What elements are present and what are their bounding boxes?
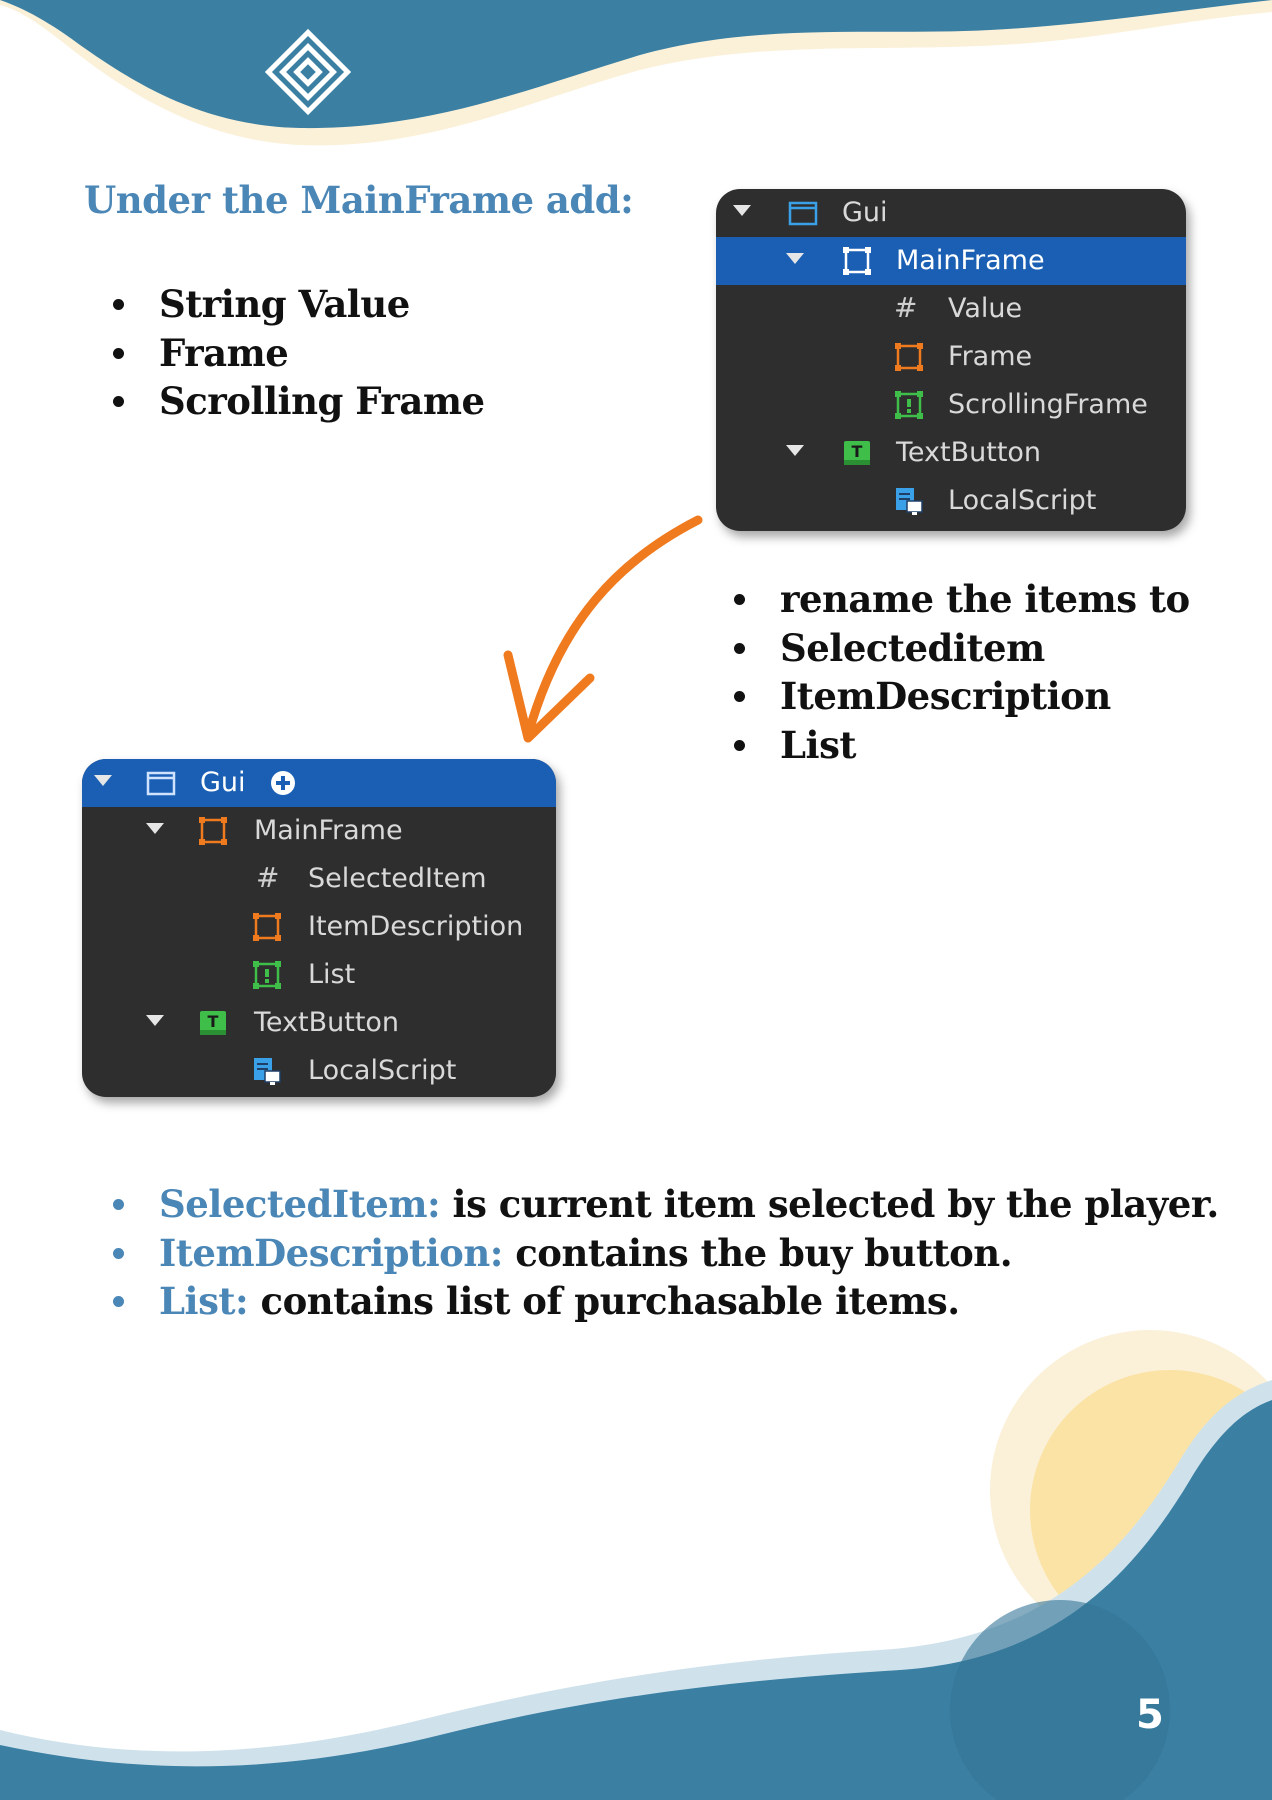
tree-row-label: MainFrame	[896, 245, 1045, 276]
tree-row-label: Frame	[948, 341, 1033, 372]
bullet-icon	[113, 396, 124, 407]
tree-row-mainframe[interactable]: MainFrame	[716, 237, 1186, 285]
page-number: 5	[1136, 1692, 1164, 1738]
scrolling-frame-icon	[253, 961, 281, 989]
list-item: Scrolling Frame	[113, 377, 485, 426]
list-item: List: contains list of purchasable items…	[113, 1277, 1219, 1326]
collapse-arrow-icon[interactable]	[786, 445, 804, 456]
list-item: ItemDescription: contains the buy button…	[113, 1229, 1219, 1278]
explorer-panel-after: Gui MainFrame # SelectedItem ItemDescrip…	[82, 759, 556, 1097]
list-item: List	[734, 721, 1190, 770]
list-item: rename the items to	[734, 575, 1190, 624]
definitions-list: SelectedItem: is current item selected b…	[113, 1180, 1219, 1326]
tree-row-label: Value	[948, 293, 1023, 324]
tree-row-scrollingframe[interactable]: ScrollingFrame	[716, 381, 1186, 429]
bullet-icon	[734, 739, 745, 751]
bullet-icon	[734, 691, 745, 702]
bullet-icon	[113, 1296, 124, 1307]
bullet-icon	[113, 347, 124, 359]
list-item: SelectedItem: is current item selected b…	[113, 1180, 1219, 1229]
explorer-panel-before: Gui MainFrame # Value Frame ScrollingFra…	[716, 189, 1186, 531]
bullet-icon	[113, 299, 124, 310]
tree-row-selecteditem[interactable]: # SelectedItem	[82, 855, 556, 903]
bullet-icon	[113, 1199, 124, 1210]
tree-row-label: MainFrame	[254, 815, 403, 846]
list-item: ItemDescription	[734, 672, 1190, 721]
frame-icon	[895, 343, 923, 371]
text-button-icon: T	[200, 1011, 226, 1035]
tree-row-gui[interactable]: Gui	[82, 759, 556, 807]
rename-items-list: rename the items to Selecteditem ItemDes…	[734, 575, 1190, 769]
tree-row-gui[interactable]: Gui	[716, 189, 1186, 237]
frame-icon	[253, 913, 281, 941]
scrolling-frame-icon	[895, 391, 923, 419]
local-script-icon	[254, 1058, 281, 1085]
tree-row-label: SelectedItem	[308, 863, 487, 894]
tree-row-localscript[interactable]: LocalScript	[716, 477, 1186, 525]
list-item: Frame	[113, 329, 485, 378]
hash-icon: #	[256, 861, 280, 894]
bullet-icon	[113, 1247, 124, 1259]
bullet-icon	[734, 642, 745, 654]
screen-gui-icon	[788, 201, 818, 226]
frame-icon	[843, 247, 871, 275]
collapse-arrow-icon[interactable]	[94, 775, 112, 786]
text-button-icon: T	[844, 441, 870, 465]
frame-icon	[199, 817, 227, 845]
collapse-arrow-icon[interactable]	[733, 205, 751, 216]
add-items-list: String Value Frame Scrolling Frame	[113, 280, 485, 426]
tree-row-label: LocalScript	[308, 1055, 457, 1086]
svg-text:T: T	[852, 442, 863, 461]
tree-row-label: LocalScript	[948, 485, 1097, 516]
tree-row-label: TextButton	[254, 1007, 400, 1038]
tree-row-label: ItemDescription	[308, 911, 524, 942]
local-script-icon	[896, 488, 923, 515]
list-item: String Value	[113, 280, 485, 329]
collapse-arrow-icon[interactable]	[786, 253, 804, 264]
list-item: Selecteditem	[734, 624, 1190, 673]
tree-row-value[interactable]: # Value	[716, 285, 1186, 333]
screen-gui-icon	[146, 771, 176, 796]
tree-row-itemdescription[interactable]: ItemDescription	[82, 903, 556, 951]
tree-row-label: Gui	[200, 767, 246, 798]
add-object-icon[interactable]	[270, 770, 296, 796]
collapse-arrow-icon[interactable]	[146, 823, 164, 834]
tree-row-textbutton[interactable]: T TextButton	[716, 429, 1186, 477]
hash-icon: #	[894, 291, 918, 324]
tree-row-frame[interactable]: Frame	[716, 333, 1186, 381]
tree-row-label: List	[308, 959, 356, 990]
page-heading: Under the MainFrame add:	[84, 178, 634, 222]
tree-row-textbutton[interactable]: T TextButton	[82, 999, 556, 1047]
top-wave-decoration	[0, 0, 1272, 146]
tree-row-label: ScrollingFrame	[948, 389, 1148, 420]
svg-text:T: T	[208, 1012, 219, 1031]
tree-row-label: TextButton	[896, 437, 1042, 468]
tree-row-mainframe[interactable]: MainFrame	[82, 807, 556, 855]
tree-row-list[interactable]: List	[82, 951, 556, 999]
collapse-arrow-icon[interactable]	[146, 1015, 164, 1026]
tree-row-label: Gui	[842, 197, 888, 228]
tree-row-localscript[interactable]: LocalScript	[82, 1047, 556, 1095]
bullet-icon	[734, 594, 745, 605]
